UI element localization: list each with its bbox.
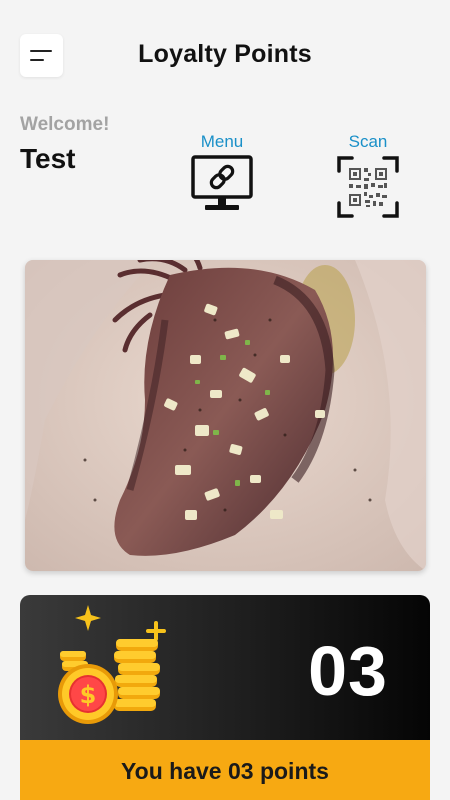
monitor-link-icon bbox=[191, 155, 253, 210]
points-value: 03 bbox=[308, 632, 388, 710]
scan-button[interactable]: Scan bbox=[334, 132, 402, 219]
menu-button-label: Menu bbox=[200, 132, 244, 151]
user-name: Test bbox=[20, 143, 76, 174]
points-message: You have 03 points bbox=[121, 758, 329, 784]
page-title: Loyalty Points bbox=[138, 40, 312, 68]
welcome-label: Welcome! bbox=[20, 114, 110, 135]
loyalty-screen: Loyalty Points Welcome! Test Menu Scan $… bbox=[0, 0, 450, 800]
menu-button[interactable]: Menu bbox=[190, 132, 254, 215]
scan-button-label: Scan bbox=[348, 132, 388, 151]
grilled-squid-with-onions-image bbox=[25, 260, 426, 571]
qr-scan-icon bbox=[337, 156, 399, 218]
coin-stack-icon: $ bbox=[58, 605, 166, 724]
points-card: $ 03 You have 03 points bbox=[20, 595, 430, 800]
points-footer: You have 03 points bbox=[20, 740, 430, 800]
svg-text:$: $ bbox=[80, 681, 97, 709]
